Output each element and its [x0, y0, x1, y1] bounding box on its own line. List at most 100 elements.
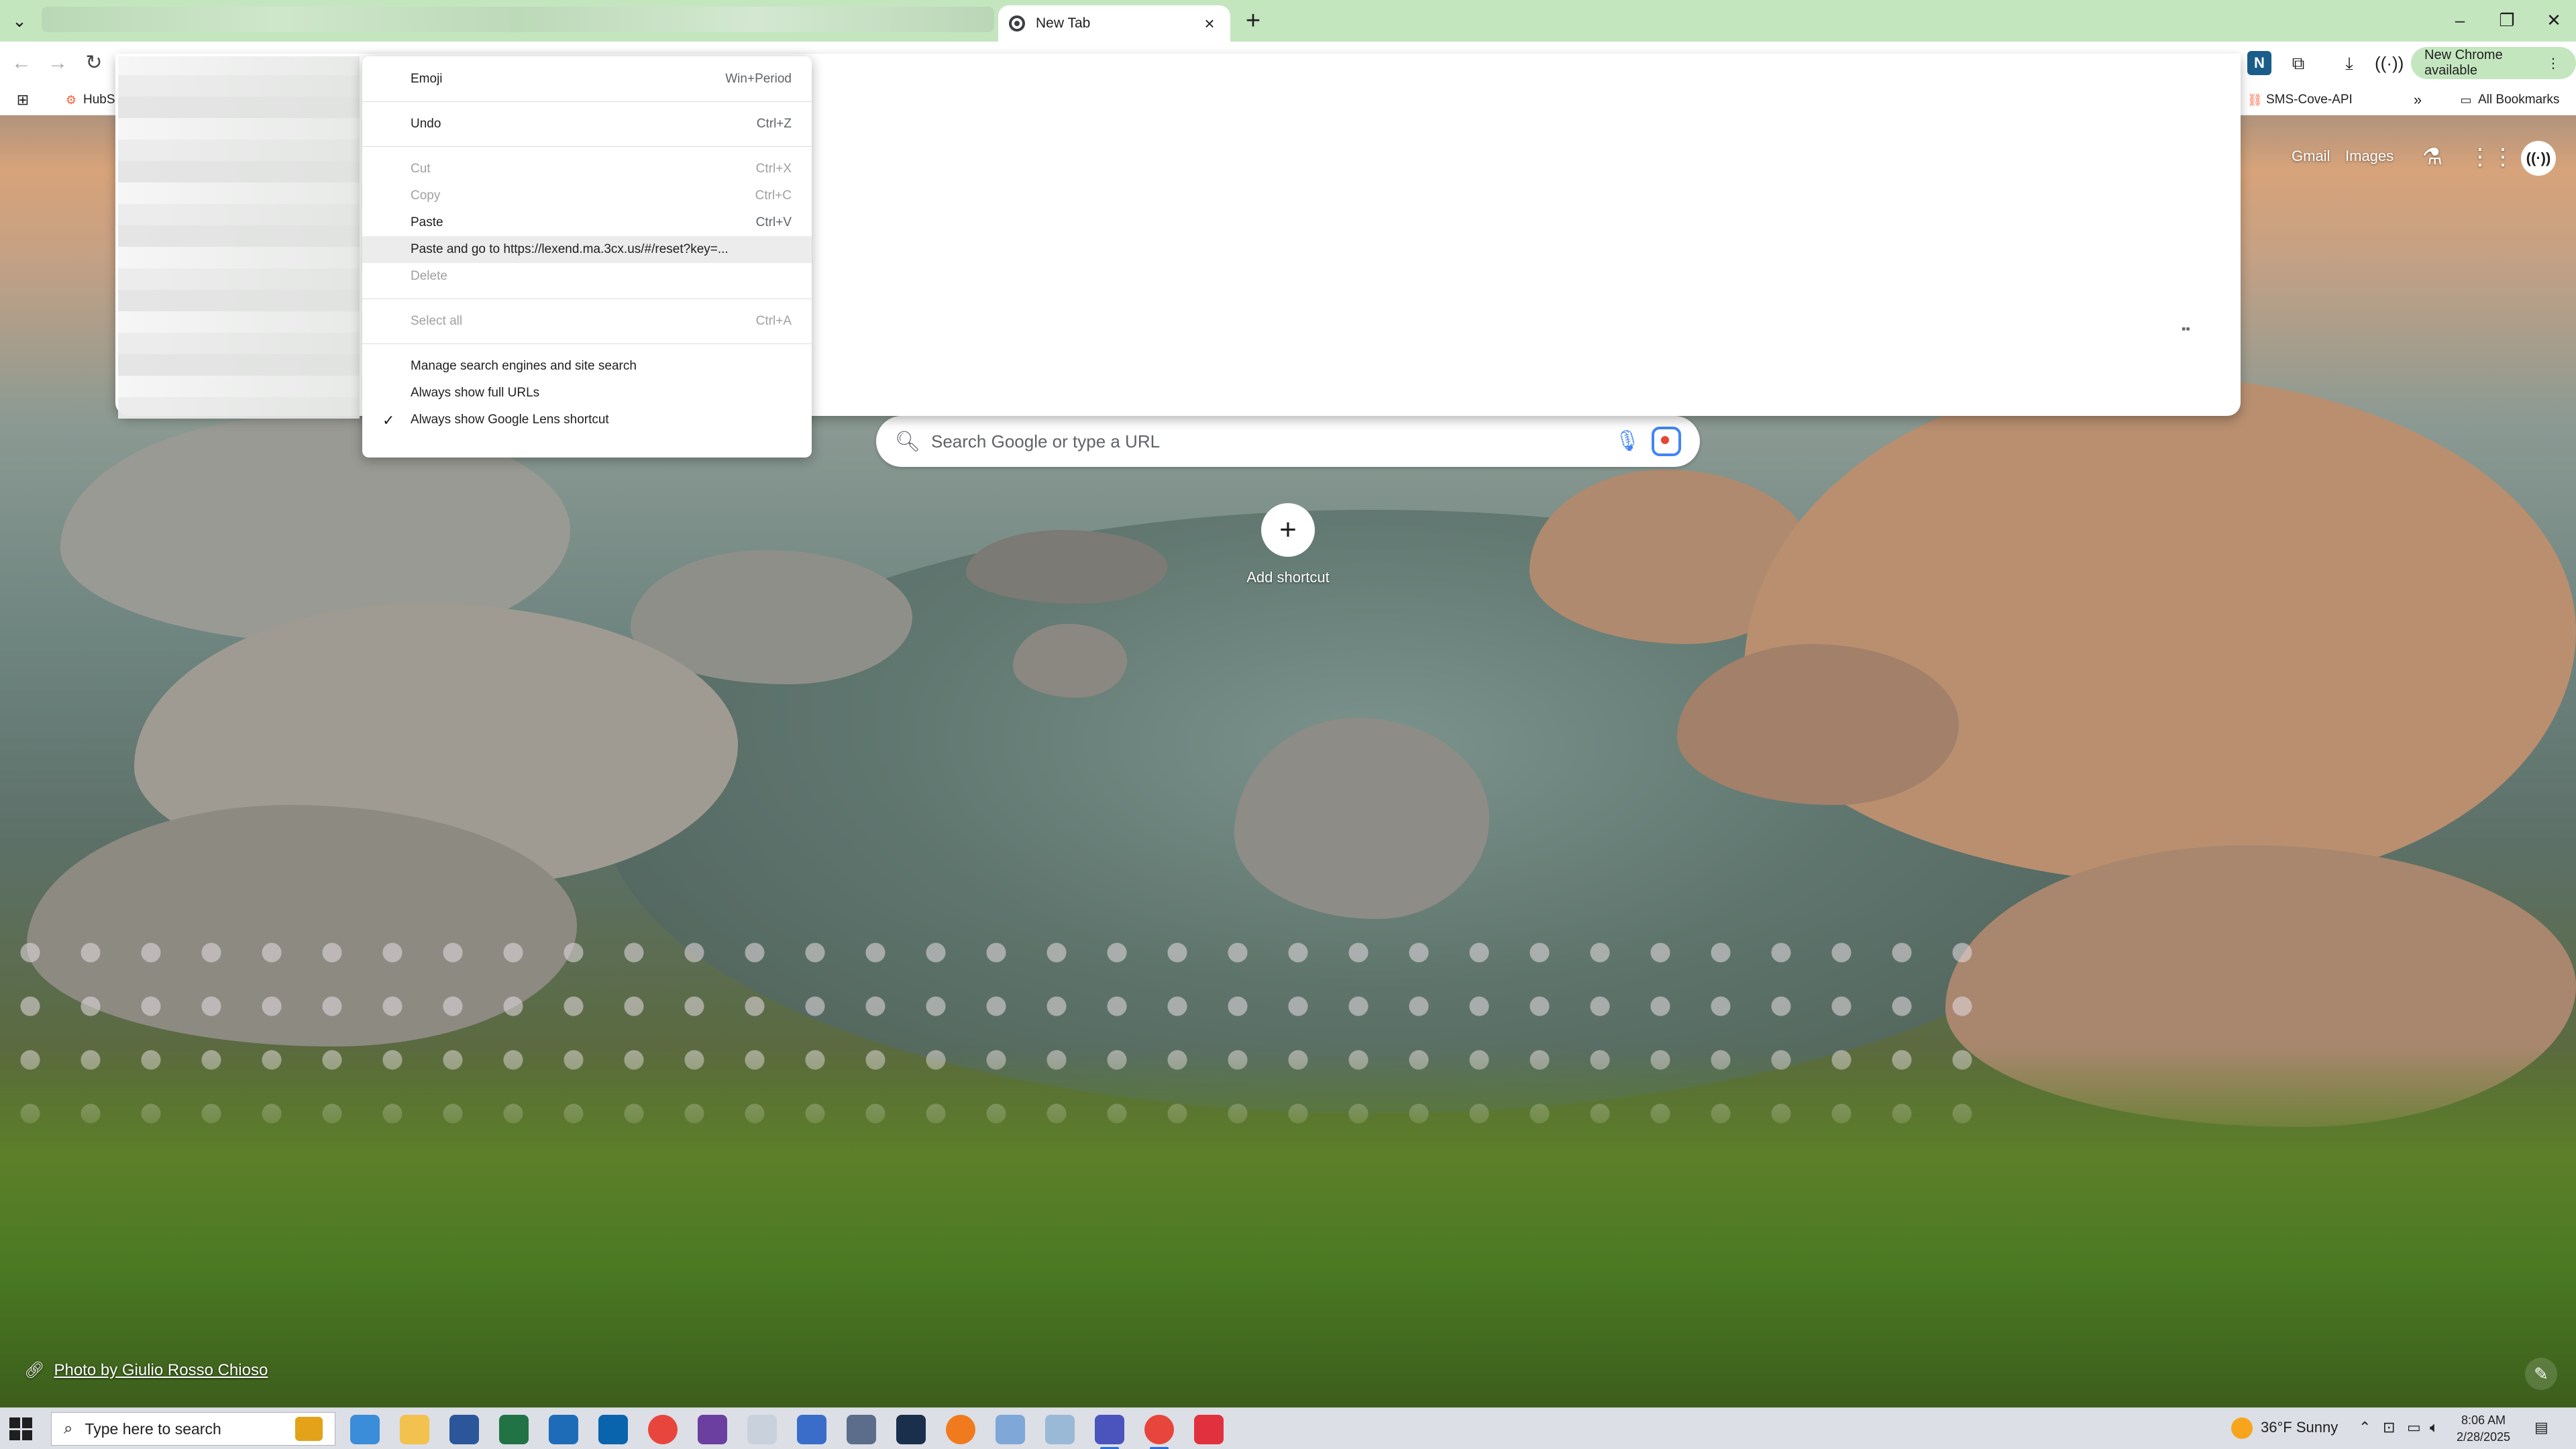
broadcast-icon: ((·))	[2526, 150, 2551, 166]
chevron-up-icon[interactable]: ⌃	[2359, 1419, 2371, 1436]
more-bookmarks-button[interactable]: »	[2411, 90, 2424, 110]
arrow-right-icon: →	[48, 52, 68, 74]
puzzle-icon: ⧉	[2292, 53, 2305, 73]
menu-item-delete[interactable]: Delete	[362, 263, 812, 290]
network-icon[interactable]: ⊡	[2383, 1419, 2395, 1436]
app-icon[interactable]	[1194, 1415, 1224, 1444]
menu-item-label: Emoji	[411, 72, 443, 86]
menu-item-copy[interactable]: Copy Ctrl+C	[362, 182, 812, 209]
taskbar-search-input[interactable]	[85, 1419, 284, 1438]
extension-icon[interactable]: N	[2247, 51, 2271, 75]
photo-attribution[interactable]: 🔗︎ Photo by Giulio Rosso Chioso	[24, 1360, 268, 1380]
menu-item-cut[interactable]: Cut Ctrl+X	[362, 156, 812, 182]
app-icon[interactable]	[549, 1415, 578, 1444]
search-icon: 🔍︎	[895, 430, 921, 453]
back-button[interactable]: ←	[8, 50, 35, 76]
menu-item-label: Always show full URLs	[411, 386, 540, 400]
reload-icon: ↻	[85, 52, 103, 74]
terminal-icon[interactable]	[896, 1415, 926, 1444]
forward-button[interactable]: →	[44, 50, 71, 76]
chrome-favicon-icon	[1009, 15, 1025, 32]
menu-separator	[362, 146, 812, 147]
extensions-button[interactable]: ⧉	[2286, 51, 2310, 75]
weather-widget[interactable]: 36°F Sunny	[2261, 1419, 2338, 1436]
menu-item-emoji[interactable]: Emoji Win+Period	[362, 66, 812, 93]
restore-button[interactable]: ❐	[2483, 4, 2530, 36]
chrome-icon[interactable]	[1144, 1415, 1174, 1449]
menu-item-label: Cut	[411, 162, 431, 176]
clock-date: 2/28/2025	[2456, 1430, 2511, 1444]
close-icon[interactable]: ×	[1199, 13, 1220, 34]
taskbar-search[interactable]: ⌕	[51, 1412, 335, 1446]
downloads-button[interactable]: ⤓	[2337, 51, 2361, 75]
notification-icon[interactable]: ▤	[2534, 1419, 2548, 1436]
bookmark-label: HubS	[83, 93, 115, 107]
app-icon[interactable]	[1045, 1415, 1075, 1444]
omnibox-marker: ▪▪	[2182, 322, 2190, 335]
restore-icon: ❐	[2499, 10, 2515, 30]
apps-grid-icon: ⊞	[16, 91, 30, 108]
chrome-icon[interactable]	[648, 1415, 678, 1444]
start-button[interactable]	[9, 1417, 32, 1440]
copilot-app-icon[interactable]	[350, 1415, 380, 1444]
clock-time: 8:06 AM	[2461, 1413, 2506, 1427]
outlook-icon[interactable]	[598, 1415, 628, 1444]
google-lens-icon[interactable]	[1652, 427, 1681, 456]
plus-icon: +	[1245, 7, 1261, 35]
apps-button[interactable]: ⊞	[16, 90, 30, 110]
menu-item-undo[interactable]: Undo Ctrl+Z	[362, 111, 812, 138]
menu-item-always-show-lens[interactable]: ✓ Always show Google Lens shortcut	[362, 407, 812, 433]
visual-studio-icon[interactable]	[698, 1415, 727, 1444]
menu-item-shortcut: Ctrl+X	[755, 162, 792, 176]
menu-item-manage-search-engines[interactable]: Manage search engines and site search	[362, 353, 812, 380]
minimize-button[interactable]: –	[2436, 4, 2483, 36]
chrome-update-button[interactable]: New Chrome available ⋮	[2411, 47, 2576, 79]
google-apps-button[interactable]: ⋮⋮⋮	[2469, 142, 2537, 172]
menu-item-paste-and-go[interactable]: Paste and go to https://lexend.ma.3cx.us…	[362, 236, 812, 263]
menu-item-always-show-full-urls[interactable]: Always show full URLs	[362, 380, 812, 407]
tab-new-tab[interactable]: New Tab ×	[998, 5, 1230, 42]
menu-item-select-all[interactable]: Select all Ctrl+A	[362, 308, 812, 335]
flask-icon: ⚗	[2422, 144, 2443, 170]
add-shortcut-button[interactable]: + Add shortcut	[1214, 496, 1362, 597]
excel-icon[interactable]	[499, 1415, 529, 1444]
bookmark-item[interactable]: ⚙ HubS	[64, 90, 115, 110]
customize-chrome-button[interactable]: ✎	[2525, 1358, 2557, 1390]
reload-button[interactable]: ↻	[80, 50, 107, 76]
paint-icon[interactable]	[747, 1415, 777, 1444]
close-icon: ✕	[2546, 10, 2561, 30]
gmail-link[interactable]: Gmail	[2292, 148, 2330, 165]
ntp-search-input[interactable]	[931, 431, 1613, 452]
folder-icon: ▭	[2460, 93, 2472, 107]
firefox-icon[interactable]	[946, 1415, 975, 1444]
blurred-tabs[interactable]	[42, 7, 994, 32]
teams-icon[interactable]	[1095, 1415, 1124, 1449]
new-tab-button[interactable]: +	[1240, 8, 1267, 35]
file-explorer-icon[interactable]	[400, 1415, 429, 1444]
labs-button[interactable]: ⚗	[2418, 142, 2447, 172]
bookmark-item[interactable]: ⛓ SMS-Cove-API	[2247, 90, 2353, 110]
tab-search-button[interactable]: ⌄	[7, 8, 32, 34]
all-bookmarks-button[interactable]: ▭ All Bookmarks	[2459, 90, 2559, 110]
word-icon[interactable]	[449, 1415, 479, 1444]
avatar[interactable]: ((·))	[2521, 141, 2556, 176]
close-window-button[interactable]: ✕	[2530, 4, 2576, 36]
headset-app-icon[interactable]	[797, 1415, 826, 1444]
menu-item-paste[interactable]: Paste Ctrl+V	[362, 209, 812, 236]
windows-logo-icon	[9, 1430, 20, 1440]
volume-icon[interactable]: 🔈︎	[2430, 1419, 2438, 1436]
monitor-icon[interactable]: ▭	[2407, 1419, 2421, 1436]
cloud-app-icon[interactable]	[996, 1415, 1025, 1444]
link-icon: 🔗︎	[24, 1361, 45, 1379]
plus-icon: +	[1261, 503, 1315, 557]
images-link[interactable]: Images	[2345, 148, 2394, 165]
taskbar-clock[interactable]: 8:06 AM 2/28/2025	[2450, 1412, 2517, 1446]
network-app-icon[interactable]	[847, 1415, 876, 1444]
bg-grass	[0, 1046, 2576, 1407]
microphone-icon[interactable]: 🎙︎	[1613, 427, 1642, 456]
checkmark-icon: ✓	[382, 412, 395, 429]
sun-icon	[2231, 1417, 2253, 1439]
pencil-icon: ✎	[2534, 1364, 2548, 1384]
ntp-search-box[interactable]: 🔍︎ 🎙︎	[876, 416, 1700, 467]
cast-button[interactable]: ((·))	[2375, 51, 2404, 75]
